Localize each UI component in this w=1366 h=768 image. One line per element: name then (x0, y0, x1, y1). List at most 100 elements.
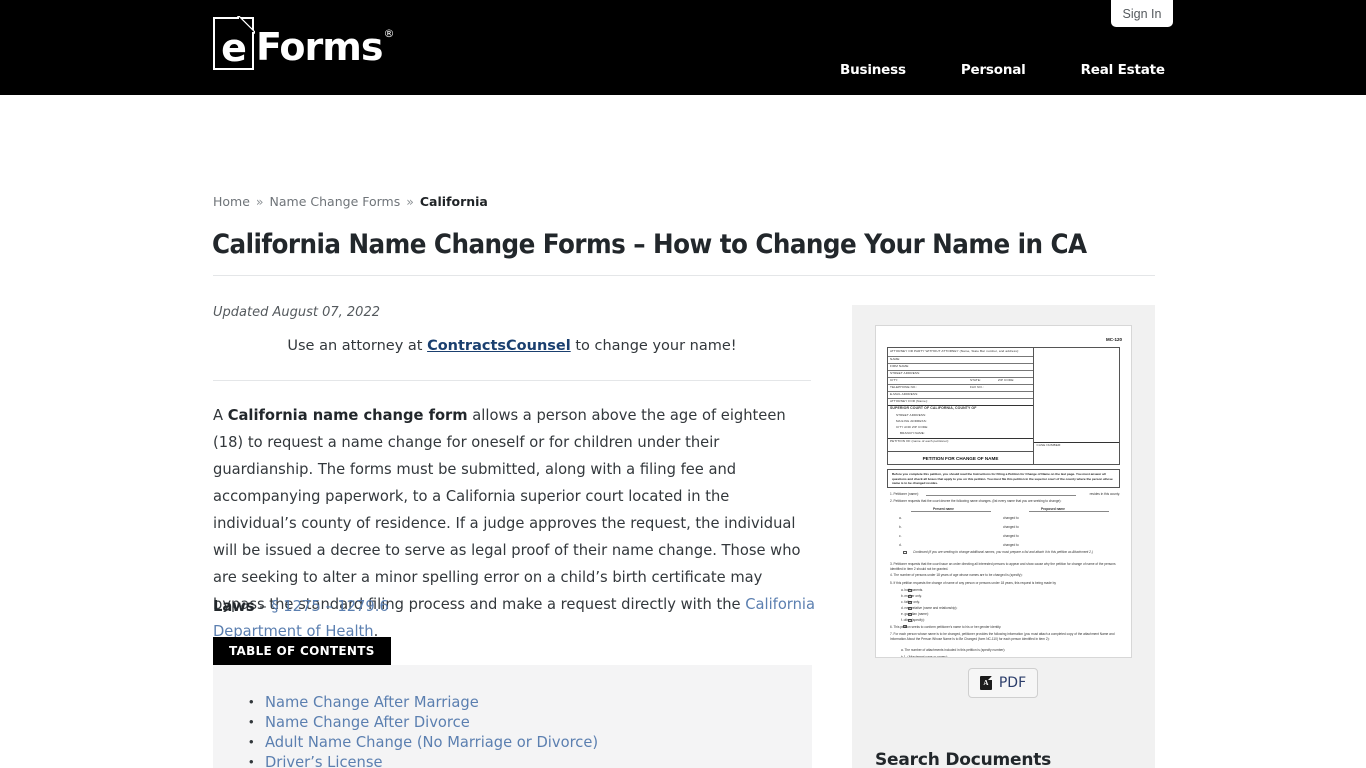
breadcrumb-name-change-forms[interactable]: Name Change Forms (270, 194, 401, 209)
toc-link-adult-name-change[interactable]: Adult Name Change (No Marriage or Divorc… (265, 734, 598, 751)
toc-heading: TABLE OF CONTENTS (213, 637, 391, 665)
court-mailing-address: MAILING ADDRESS: (896, 419, 927, 423)
attorney-text-before: Use an attorney at (287, 338, 428, 354)
eforms-logo[interactable]: e Forms ® (213, 16, 394, 70)
laws-line: Laws – § 1275 – 1279.6 (213, 598, 389, 615)
list-item[interactable]: Name Change After Marriage (249, 692, 812, 713)
form-caption-table: ATTORNEY OR PARTY WITHOUT ATTORNEY (Name… (887, 347, 1120, 465)
attorney-divider (213, 380, 811, 381)
form-title-cell: PETITION FOR CHANGE OF NAME (887, 451, 1034, 465)
list-item[interactable]: Name Change After Divorce (249, 712, 812, 733)
form-item-6: 6. This petition seeks to conform petiti… (890, 624, 1002, 629)
updated-date: Updated August 07, 2022 (213, 305, 380, 320)
caption-right-column: CASE NUMBER: (1033, 348, 1119, 464)
table-of-contents: TABLE OF CONTENTS Name Change After Marr… (213, 637, 812, 768)
form-item-2: 2. Petitioner requests that the court de… (890, 499, 1062, 503)
field-telephone: TELEPHONE NO.: (890, 384, 918, 389)
list-item[interactable]: Adult Name Change (No Marriage or Divorc… (249, 732, 812, 753)
toc-list: Name Change After Marriage Name Change A… (249, 692, 812, 768)
field-city: CITY: (890, 377, 899, 382)
breadcrumb-home[interactable]: Home (213, 194, 250, 209)
list-item[interactable]: Driver’s License (249, 752, 812, 768)
form-changed-to-d: changed to (1003, 543, 1019, 547)
laws-dash: – (254, 598, 272, 615)
form-changed-to-c: changed to (1003, 534, 1019, 538)
form-item-5d: d. near relative (name and relationship)… (901, 606, 958, 610)
form-item-7: 7. For each person whose name is to be c… (890, 632, 1115, 641)
caption-left-column: ATTORNEY OR PARTY WITHOUT ATTORNEY (Name… (888, 348, 1034, 464)
form-item-5: 5. If this petition requests the change … (890, 581, 1057, 585)
document-icon: e (213, 16, 255, 70)
field-street-address: STREET ADDRESS: (890, 370, 921, 375)
form-item-7b: b-1. (Attachment page or pages): (901, 655, 948, 658)
form-continued-note: Continued (if you are seeking to change … (913, 550, 1093, 554)
pdf-download-button[interactable]: A PDF (968, 668, 1038, 698)
field-state: STATE: (970, 377, 981, 382)
search-documents-heading: Search Documents (875, 750, 1052, 768)
paragraph-body: allows a person above the age of eightee… (213, 407, 801, 613)
form-item-1-right: resides in this county. (1089, 492, 1120, 496)
case-number-label: CASE NUMBER: (1036, 443, 1062, 447)
main-nav: Business Personal Real Estate (840, 62, 1165, 78)
form-number: MC-120 (1105, 337, 1122, 342)
form-item-5a: a. both parents. (901, 588, 924, 592)
form-item-1: 1. Petitioner (name): (890, 492, 919, 496)
court-street-address: STREET ADDRESS: (896, 413, 927, 417)
form-item-5e: e. guardian (name): (901, 612, 929, 616)
form-row-a: a. (899, 516, 902, 520)
toc-link-drivers-license[interactable]: Driver’s License (265, 754, 383, 768)
paragraph-bold-term: California name change form (227, 407, 468, 424)
nav-item-business[interactable]: Business (840, 62, 906, 78)
breadcrumb-current: California (419, 194, 488, 209)
form-title: PETITION FOR CHANGE OF NAME (922, 456, 999, 461)
form-row-d: d. (899, 543, 902, 547)
attorney-block-label: ATTORNEY OR PARTY WITHOUT ATTORNEY (Name… (890, 349, 1020, 353)
paragraph-lead: A (213, 407, 228, 424)
document-thumbnail[interactable]: MC-120 ATTORNEY OR PARTY WITHOUT ATTORNE… (875, 325, 1132, 658)
petitioner-of-label: PETITION OF (name of each petitioner): (890, 438, 950, 443)
laws-label: Laws (213, 598, 255, 615)
contractscounsel-link[interactable]: ContractsCounsel (427, 338, 571, 354)
logo-wordmark: Forms (256, 25, 383, 69)
court-branch-name: BRANCH NAME: (900, 431, 925, 435)
form-item-3: 3. Petitioner requests that the court is… (890, 562, 1116, 571)
sidebar: MC-120 ATTORNEY OR PARTY WITHOUT ATTORNE… (852, 305, 1155, 768)
pdf-file-icon: A (979, 676, 992, 690)
form-changed-to-b: changed to (1003, 525, 1019, 529)
nav-item-personal[interactable]: Personal (961, 62, 1026, 78)
checkbox-continued[interactable] (903, 551, 907, 554)
field-zip: ZIP CODE: (998, 377, 1015, 382)
toc-link-name-change-after-divorce[interactable]: Name Change After Divorce (265, 714, 470, 731)
form-row-c: c. (899, 534, 902, 538)
court-header: SUPERIOR COURT OF CALIFORNIA, COUNTY OF (890, 405, 977, 410)
page-title: California Name Change Forms – How to Ch… (212, 229, 1087, 260)
form-changed-to-a: changed to (1003, 516, 1019, 520)
site-header: e Forms ® Sign In Business Personal Real… (0, 0, 1366, 95)
attorney-promo: Use an attorney at ContractsCounsel to c… (213, 338, 811, 354)
form-preview: MC-120 ATTORNEY OR PARTY WITHOUT ATTORNE… (881, 331, 1128, 657)
breadcrumb: Home » Name Change Forms » California (213, 194, 488, 209)
field-fax: FAX NO.: (970, 384, 984, 389)
laws-statute-link[interactable]: § 1275 – 1279.6 (271, 598, 388, 615)
field-firm-name: FIRM NAME: (890, 363, 910, 368)
logo-letter-e: e (221, 26, 247, 70)
form-item-7a: a. The number of attachments included in… (901, 648, 1006, 652)
form-notice: Before you complete this petition, you s… (887, 469, 1120, 488)
form-row-b: b. (899, 525, 902, 529)
breadcrumb-separator-2: » (406, 194, 414, 209)
pdf-button-label: PDF (998, 675, 1027, 691)
attorney-text-after: to change your name! (570, 338, 737, 354)
nav-item-real-estate[interactable]: Real Estate (1081, 62, 1165, 78)
field-name: NAME: (890, 356, 901, 361)
title-divider (213, 275, 1155, 276)
court-city-zip: CITY AND ZIP CODE: (896, 425, 929, 429)
form-item-5b: b. mother only. (901, 594, 922, 598)
form-item-5c: c. father only. (901, 600, 920, 604)
toc-box: Name Change After Marriage Name Change A… (213, 665, 812, 768)
field-attorney-for: ATTORNEY FOR (Name): (890, 398, 928, 403)
form-item-4: 4. The number of persons under 18 years … (890, 573, 1023, 577)
toc-link-name-change-after-marriage[interactable]: Name Change After Marriage (265, 694, 479, 711)
form-item-5f: f. other (specify): (901, 618, 925, 622)
sign-in-button[interactable]: Sign In (1111, 0, 1173, 27)
breadcrumb-separator-1: » (255, 194, 264, 209)
